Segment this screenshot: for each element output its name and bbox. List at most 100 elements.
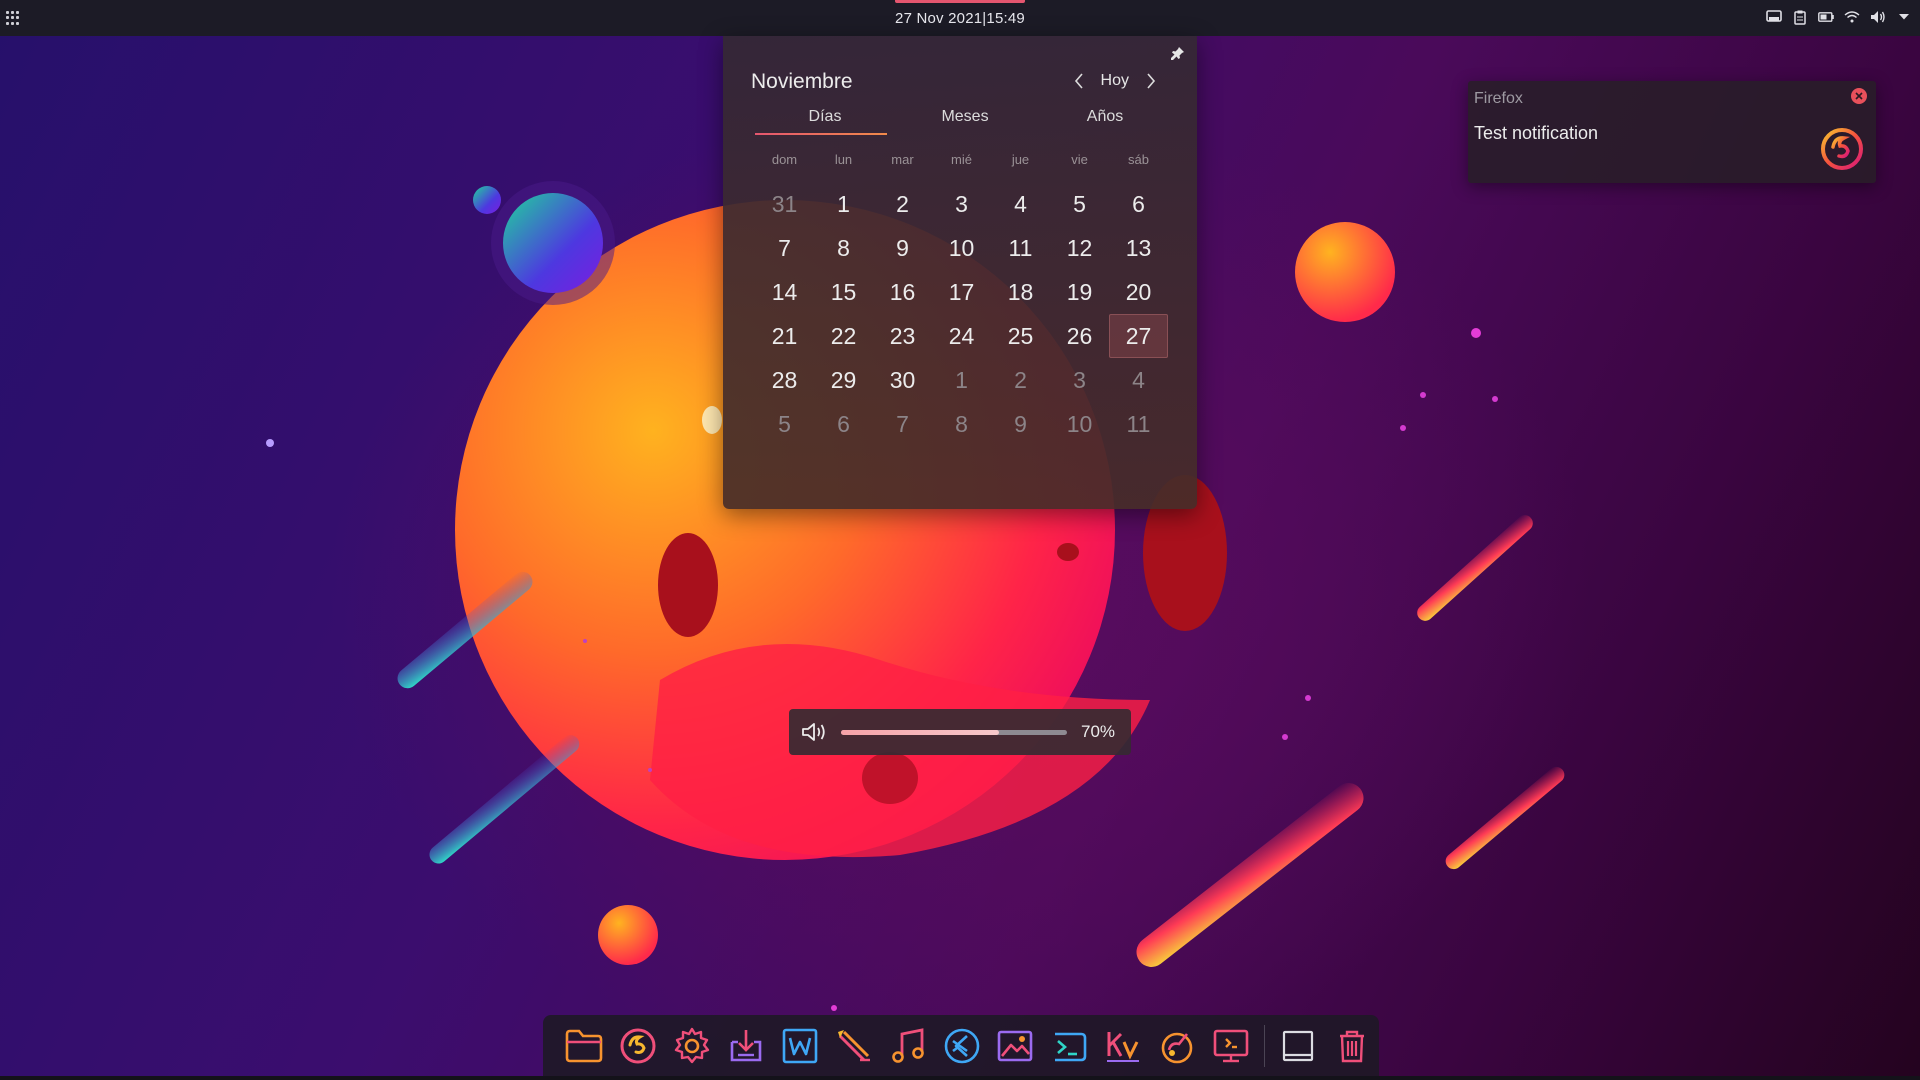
vscode-icon [944,1028,979,1064]
clock-date: 27 Nov 2021 [895,9,983,27]
calendar-day[interactable]: 22 [814,314,873,358]
calendar-day[interactable]: 12 [1050,226,1109,270]
calendar-day[interactable]: 11 [1109,402,1168,446]
calendar-day[interactable]: 24 [932,314,991,358]
calendar-day[interactable]: 31 [755,182,814,226]
calendar-day[interactable]: 7 [755,226,814,270]
calendar-day[interactable]: 2 [873,182,932,226]
notification-popup[interactable]: Firefox Test notification [1468,81,1876,183]
writer-icon [782,1028,818,1064]
dock [543,1015,1379,1077]
dock-item-draw[interactable] [827,1015,881,1077]
panel-clock[interactable]: 27 Nov 2021 | 15:49 [895,10,1025,27]
previous-month-button[interactable] [1071,70,1087,92]
calendar-day[interactable]: 4 [991,182,1050,226]
volume-icon[interactable] [1870,9,1886,25]
calendar-day[interactable]: 25 [991,314,1050,358]
show-desktop-button[interactable] [1271,1015,1325,1077]
calendar-day[interactable]: 28 [755,358,814,402]
calendar-day-today[interactable]: 27 [1109,314,1168,358]
calendar-day[interactable]: 5 [1050,182,1109,226]
today-button[interactable]: Hoy [1101,72,1129,90]
dock-item-theme-tweak[interactable] [1150,1015,1204,1077]
clipboard-icon[interactable] [1792,9,1808,25]
calendar-day[interactable]: 7 [873,402,932,446]
calendar-day[interactable]: 29 [814,358,873,402]
battery-icon[interactable] [1818,9,1834,25]
settings-icon [674,1027,710,1064]
weekday-label: vie [1071,152,1088,167]
calendar-day[interactable]: 11 [991,226,1050,270]
calendar-day[interactable]: 8 [932,402,991,446]
calendar-day[interactable]: 10 [932,226,991,270]
close-notification-button[interactable] [1851,88,1867,104]
calendar-day[interactable]: 30 [873,358,932,402]
calendar-navigation: Hoy [1071,70,1159,92]
dock-item-software-install[interactable] [719,1015,773,1077]
calendar-day[interactable]: 16 [873,270,932,314]
calendar-day[interactable]: 3 [932,182,991,226]
calendar-day[interactable]: 26 [1050,314,1109,358]
weekday-label: dom [771,152,798,167]
calendar-day[interactable]: 17 [932,270,991,314]
calendar-day[interactable]: 15 [814,270,873,314]
calendar-day[interactable]: 6 [814,402,873,446]
calendar-popup: Noviembre Hoy Días Meses Años dom lun mar m… [723,36,1197,509]
dock-item-terminal[interactable] [1042,1015,1096,1077]
dock-item-writer[interactable] [773,1015,827,1077]
calendar-day[interactable]: 18 [991,270,1050,314]
system-tray [1766,9,1912,25]
trash-button[interactable] [1325,1015,1379,1077]
theme-tweak-icon [1161,1032,1193,1064]
wifi-icon[interactable] [1844,9,1860,25]
volume-percentage: 70% [1081,722,1116,741]
chevron-down-icon[interactable] [1896,9,1912,25]
calendar-day[interactable]: 19 [1050,270,1109,314]
dock-item-system-monitor[interactable] [1204,1015,1258,1077]
tab-days[interactable]: Días [755,108,895,135]
tab-years[interactable]: Años [1035,108,1175,134]
speaker-icon [801,721,829,743]
firefox-icon [620,1028,656,1064]
pin-icon[interactable] [1171,46,1185,60]
app-launcher-icon[interactable] [4,9,22,27]
calendar-day[interactable]: 23 [873,314,932,358]
calendar-day[interactable]: 5 [755,402,814,446]
calendar-day[interactable]: 9 [991,402,1050,446]
calendar-day[interactable]: 20 [1109,270,1168,314]
calendar-day[interactable]: 13 [1109,226,1168,270]
calendar-day[interactable]: 1 [814,182,873,226]
dock-item-files[interactable] [557,1015,611,1077]
screen-icon[interactable] [1766,9,1782,25]
calendar-day[interactable]: 10 [1050,402,1109,446]
notification-body: Test notification [1474,123,1599,143]
dock-item-kvantum[interactable] [1096,1015,1150,1077]
calendar-day[interactable]: 2 [991,358,1050,402]
calendar-day-grid: dom lun mar mié jue vie sáb 31 1 2 3 4 5 6 7 8 9 10 11 12 13… [755,152,1168,446]
calendar-day[interactable]: 9 [873,226,932,270]
music-icon [891,1028,924,1063]
calendar-day[interactable]: 1 [932,358,991,402]
calendar-day[interactable]: 14 [755,270,814,314]
volume-osd: 70% [789,709,1131,755]
calendar-day[interactable]: 6 [1109,182,1168,226]
dock-item-vscode[interactable] [935,1015,989,1077]
calendar-day[interactable]: 3 [1050,358,1109,402]
volume-slider-fill [841,729,1000,735]
clock-active-indicator [895,0,1025,3]
firefox-icon [1818,125,1866,173]
calendar-month-title: Noviembre [751,70,853,93]
dock-item-music[interactable] [881,1015,935,1077]
weekday-label: mié [951,152,972,167]
dock-item-firefox[interactable] [611,1015,665,1077]
calendar-day[interactable]: 8 [814,226,873,270]
volume-slider[interactable] [841,729,1067,735]
dock-item-image-viewer[interactable] [989,1015,1043,1077]
calendar-day[interactable]: 4 [1109,358,1168,402]
notification-app-name: Firefox [1474,90,1523,107]
tab-months[interactable]: Meses [895,108,1035,134]
terminal-icon [1055,1032,1087,1062]
next-month-button[interactable] [1143,70,1159,92]
calendar-day[interactable]: 21 [755,314,814,358]
dock-item-settings[interactable] [665,1015,719,1077]
